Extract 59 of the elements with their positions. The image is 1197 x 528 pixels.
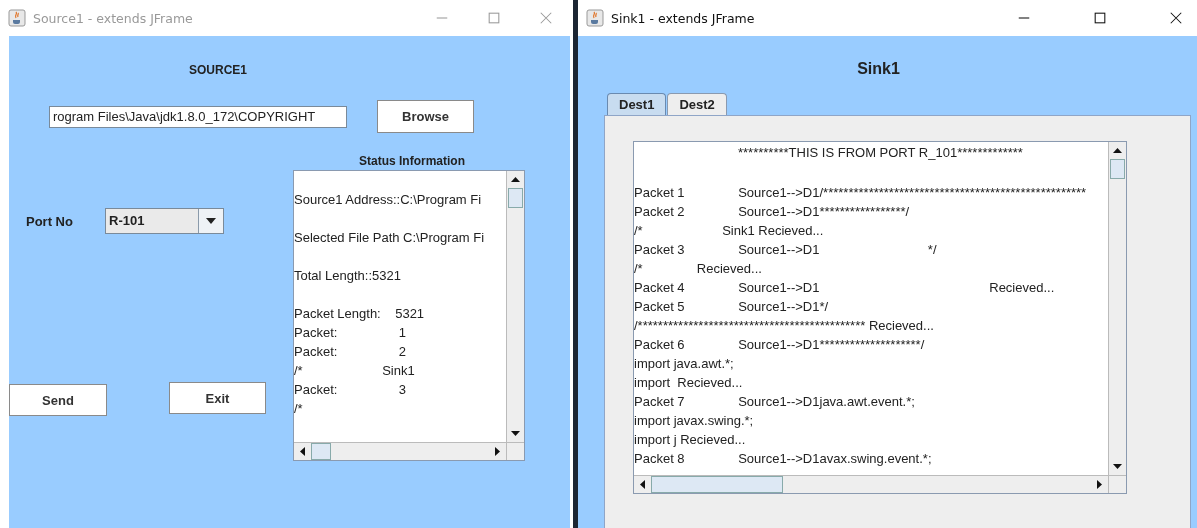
scroll-down-icon[interactable] <box>511 431 520 436</box>
maximize-icon[interactable] <box>1093 11 1107 25</box>
output-text-area[interactable] <box>633 141 1127 494</box>
scrollbar-corner <box>1108 476 1126 493</box>
status-line: Total Length::5321 <box>294 267 402 285</box>
output-line: Packet 2 Source1-->D1*****************/ <box>634 203 911 221</box>
tab[interactable]: Dest1 <box>607 93 667 115</box>
scroll-up-icon[interactable] <box>1113 148 1122 153</box>
status-line: Packet: 3 <box>294 381 407 399</box>
output-line: Packet 1 Source1-->D1/**************************************************** <box>634 184 1088 202</box>
java-cup-icon <box>586 9 604 27</box>
scroll-up-icon[interactable] <box>511 177 520 182</box>
output-line: Packet 7 Source1-->D1java.awt.event.*; <box>634 393 916 411</box>
output-line: import j Recieved... <box>634 431 747 449</box>
status-line: Packet Length: 5321 <box>294 305 426 323</box>
output-line: import javax.swing.*; <box>634 412 755 430</box>
java-cup-icon <box>8 9 26 27</box>
scroll-thumb[interactable] <box>508 188 523 208</box>
status-text-area[interactable]: Source1 Address::C:\Program Fi Selected File Path C:\Program Fi Total Length::5321 Packet Length: 5321 Packet: 1 Packet: 2 /* Sink1 Packet: 3 /* <box>293 170 525 461</box>
status-line: Packet: 1 <box>294 324 407 342</box>
scroll-thumb[interactable] <box>651 476 783 493</box>
window-title: Source1 - extends JFrame <box>33 10 193 26</box>
status-line: /* <box>294 400 304 418</box>
output-line: Packet 3 Source1-->D1 */ <box>634 241 938 259</box>
source-heading: SOURCE1 <box>189 63 247 77</box>
output-line: Packet 4 Source1-->D1 Recieved... <box>634 279 1056 297</box>
dropdown-arrow-icon <box>206 218 216 224</box>
status-line: Packet: 2 <box>294 343 407 361</box>
scroll-right-icon[interactable] <box>1097 480 1102 489</box>
scrollbar-corner <box>506 443 524 460</box>
scroll-down-icon[interactable] <box>1113 464 1122 469</box>
output-line: /********************************************* Recieved... <box>634 317 935 335</box>
port-label: Port No <box>25 213 74 229</box>
output-line: Packet 6 Source1-->D1********************/ <box>634 336 926 354</box>
browse-button[interactable]: Browse <box>377 100 474 133</box>
send-button[interactable]: Send <box>9 384 107 416</box>
output-line: **********THIS IS FROM PORT R_101************* <box>737 144 1024 162</box>
port-dropdown[interactable]: R-101 <box>105 208 224 234</box>
output-line: import java.awt.*; <box>634 355 735 373</box>
status-line: Source1 Address::C:\Program Fi <box>294 191 483 209</box>
file-path-field[interactable]: rogram Files\Java\jdk1.8.0_172\COPYRIGHT <box>49 105 347 128</box>
sink-heading: Sink1 <box>857 60 900 77</box>
output-line: Packet 5 Source1-->D1*/ <box>634 298 830 316</box>
close-icon[interactable] <box>1169 11 1183 25</box>
scroll-thumb[interactable] <box>311 443 331 460</box>
scroll-right-icon[interactable] <box>495 447 500 456</box>
scroll-left-icon[interactable] <box>300 447 305 456</box>
scroll-left-icon[interactable] <box>640 480 645 489</box>
output-line: import Recieved... <box>634 374 744 392</box>
output-line: /* Recieved... <box>634 260 763 278</box>
exit-button[interactable]: Exit <box>169 382 266 414</box>
tab[interactable]: Dest2 <box>667 93 727 115</box>
status-line: Selected File Path C:\Program Fi <box>294 229 486 247</box>
status-label: Status Information <box>358 154 465 170</box>
window-title: Sink1 - extends JFrame <box>611 10 755 26</box>
output-line: Packet 8 Source1-->D1avax.swing.event.*; <box>634 450 933 468</box>
status-line: /* Sink1 <box>294 362 416 380</box>
scroll-thumb[interactable] <box>1110 159 1125 179</box>
output-line: /* Sink1 Recieved... <box>634 222 825 240</box>
